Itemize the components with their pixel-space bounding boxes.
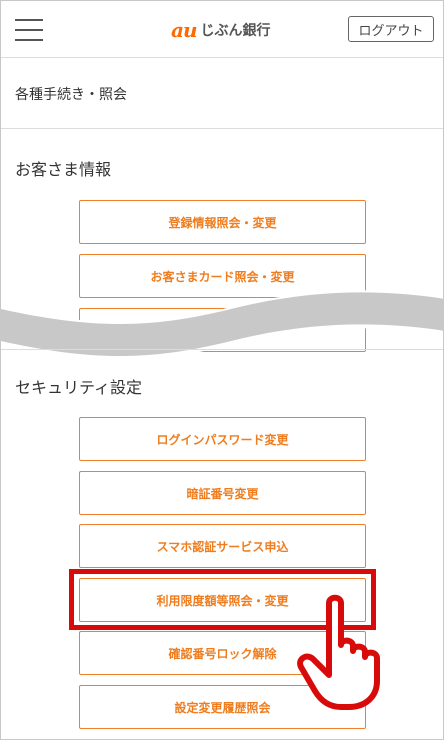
divider (1, 128, 443, 129)
breadcrumb: 各種手続き・照会 (15, 87, 127, 103)
pointing-hand-icon (297, 594, 380, 710)
logo[interactable]: au じぶん銀行 (171, 18, 271, 42)
section-title-customer-info: お客さま情報 (15, 160, 112, 179)
logo-text: じぶん銀行 (200, 23, 271, 39)
app-header: au じぶん銀行 ログアウト (1, 1, 443, 58)
pin-change-button[interactable]: 暗証番号変更 (79, 471, 366, 515)
logout-button[interactable]: ログアウト (348, 16, 434, 42)
smartphone-auth-button[interactable]: スマホ認証サービス申込 (79, 524, 366, 568)
divider (1, 349, 443, 350)
registration-info-button[interactable]: 登録情報照会・変更 (79, 200, 366, 244)
login-password-button[interactable]: ログインパスワード変更 (79, 417, 366, 461)
logo-mark: au (171, 18, 197, 42)
menu-icon[interactable] (15, 19, 43, 41)
section-title-security: セキュリティ設定 (15, 378, 143, 397)
phone-screen: au じぶん銀行 ログアウト 各種手続き・照会 お客さま情報 登録情報照会・変更… (0, 0, 444, 740)
